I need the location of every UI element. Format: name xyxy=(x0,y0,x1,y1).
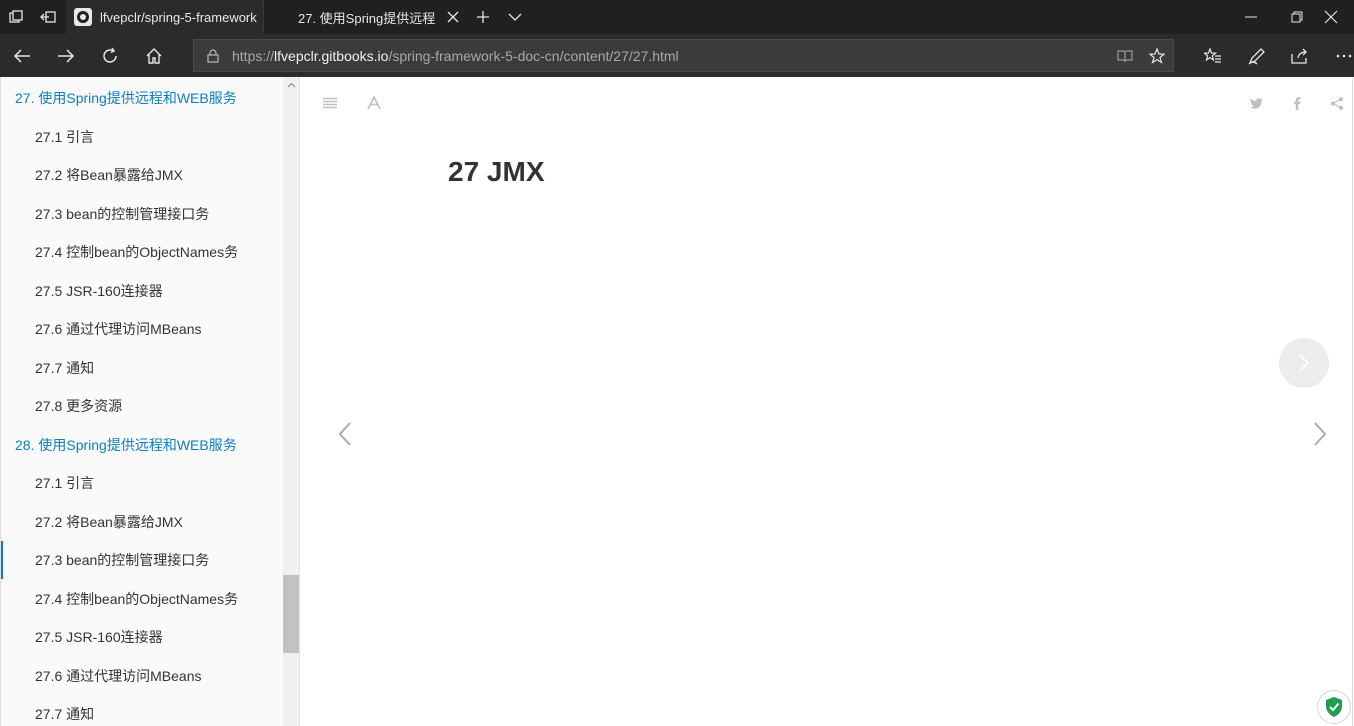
tab-actions-icon[interactable] xyxy=(0,0,32,34)
sidebar-item-label: 27.6 通过代理访问MBeans xyxy=(35,668,202,684)
sidebar-item[interactable]: 27.4 控制bean的ObjectNames务 xyxy=(1,233,283,271)
sidebar-item-label: 27.8 更多资源 xyxy=(35,398,123,414)
favorite-star-icon[interactable] xyxy=(1141,40,1173,71)
next-page-arrow-icon[interactable] xyxy=(1305,414,1335,454)
sidebar-item[interactable]: 27.2 将Bean暴露给JMX xyxy=(1,156,283,194)
font-settings-icon[interactable] xyxy=(362,91,386,115)
sidebar-item-label: 27.4 控制bean的ObjectNames务 xyxy=(35,591,239,607)
chevron-right-icon xyxy=(1299,354,1310,372)
new-tab-icon[interactable] xyxy=(467,0,499,34)
scrollbar-thumb[interactable] xyxy=(283,575,299,653)
twitter-icon[interactable] xyxy=(1244,91,1268,115)
sidebar-item-label: 27.2 将Bean暴露给JMX xyxy=(35,514,183,530)
tab-github[interactable]: lfvepclr/spring-5-framework xyxy=(66,0,264,34)
close-window-icon[interactable] xyxy=(1308,0,1354,34)
back-icon[interactable] xyxy=(0,34,44,77)
more-menu-icon[interactable] xyxy=(1322,34,1354,77)
web-note-pen-icon[interactable] xyxy=(1235,34,1279,77)
tab-preview-chevron-icon[interactable] xyxy=(499,0,531,34)
previous-page-arrow-icon[interactable] xyxy=(330,414,360,454)
set-tabs-aside-icon[interactable] xyxy=(32,0,64,34)
next-page-circle-button[interactable] xyxy=(1279,338,1329,388)
menu-icon[interactable] xyxy=(318,91,342,115)
security-shield-icon[interactable] xyxy=(1317,690,1351,724)
sidebar-item-label: 27.2 将Bean暴露给JMX xyxy=(35,167,183,183)
url-scheme: https:// xyxy=(232,47,275,64)
sidebar-item[interactable]: 27.1 引言 xyxy=(1,464,283,502)
sidebar-item-label: 27. 使用Spring提供远程和WEB服务 xyxy=(15,90,237,106)
page-content: 27 JMX xyxy=(300,77,1353,726)
url-text[interactable]: https://lfvepclr.gitbooks.io/spring-fram… xyxy=(232,48,1109,64)
tab-title: 27. 使用Spring提供远程 xyxy=(298,10,436,26)
lock-icon[interactable] xyxy=(194,48,232,63)
sidebar-item[interactable]: 27.6 通过代理访问MBeans xyxy=(1,657,283,695)
sidebar-item[interactable]: 27.2 将Bean暴露给JMX xyxy=(1,503,283,541)
sidebar-item-label: 27.6 通过代理访问MBeans xyxy=(35,321,202,337)
sidebar-item[interactable]: 27.4 控制bean的ObjectNames务 xyxy=(1,580,283,618)
sidebar-item-label: 27.4 控制bean的ObjectNames务 xyxy=(35,244,239,260)
url-path: /spring-framework-5-doc-cn/content/27/27… xyxy=(388,47,679,64)
sidebar-item-current[interactable]: 27.3 bean的控制管理接口务 xyxy=(1,541,283,579)
address-bar[interactable]: https://lfvepclr.gitbooks.io/spring-fram… xyxy=(193,39,1174,72)
page-title: 27 JMX xyxy=(448,156,545,187)
sidebar-item[interactable]: 27.8 更多资源 xyxy=(1,387,283,425)
sidebar-item-label: 27.3 bean的控制管理接口务 xyxy=(35,552,210,568)
share-icon[interactable] xyxy=(1325,91,1349,115)
sidebar-chapter-28[interactable]: 28. 使用Spring提供远程和WEB服务 xyxy=(1,426,283,464)
navigation-bar: https://lfvepclr.gitbooks.io/spring-fram… xyxy=(0,34,1354,77)
home-icon[interactable] xyxy=(132,34,176,77)
favorites-hub-icon[interactable] xyxy=(1191,34,1235,77)
reading-view-icon[interactable] xyxy=(1109,40,1141,71)
sidebar-item[interactable]: 27.5 JSR-160连接器 xyxy=(1,272,283,310)
title-bar: lfvepclr/spring-5-framework 27. 使用Spring… xyxy=(0,0,1354,34)
sidebar-item[interactable]: 27.5 JSR-160连接器 xyxy=(1,618,283,656)
sidebar-item[interactable]: 27.7 通知 xyxy=(1,695,283,726)
sidebar-item-label: 27.7 通知 xyxy=(35,706,95,722)
url-host: lfvepclr.gitbooks.io xyxy=(274,47,389,64)
forward-icon[interactable] xyxy=(44,34,88,77)
sidebar-item-label: 28. 使用Spring提供远程和WEB服务 xyxy=(15,437,237,453)
sidebar-item-label: 27.7 通知 xyxy=(35,360,95,376)
sidebar-item[interactable]: 27.3 bean的控制管理接口务 xyxy=(1,195,283,233)
book-summary-sidebar: 27. 使用Spring提供远程和WEB服务 27.1 引言 27.2 将Bea… xyxy=(0,77,283,726)
sidebar-item-label: 27.1 引言 xyxy=(35,475,95,491)
tab-current[interactable]: 27. 使用Spring提供远程 xyxy=(264,0,466,34)
facebook-icon[interactable] xyxy=(1285,91,1309,115)
github-icon xyxy=(74,8,92,26)
sidebar-chapter-27[interactable]: 27. 使用Spring提供远程和WEB服务 xyxy=(1,79,283,117)
sidebar-item[interactable]: 27.7 通知 xyxy=(1,349,283,387)
sidebar-scrollbar[interactable] xyxy=(283,77,300,726)
sidebar-item[interactable]: 27.6 通过代理访问MBeans xyxy=(1,310,283,348)
sidebar-item[interactable]: 27.1 引言 xyxy=(1,118,283,156)
tab-close-icon[interactable] xyxy=(440,0,466,34)
sidebar-item-label: 27.1 引言 xyxy=(35,129,95,145)
share-page-icon[interactable] xyxy=(1278,34,1322,77)
sidebar-item-label: 27.5 JSR-160连接器 xyxy=(35,629,163,645)
tab-title: lfvepclr/spring-5-framework xyxy=(100,9,257,25)
scroll-up-arrow-icon[interactable] xyxy=(283,77,299,93)
sidebar-item-label: 27.5 JSR-160连接器 xyxy=(35,283,163,299)
sidebar-item-label: 27.3 bean的控制管理接口务 xyxy=(35,206,210,222)
minimize-icon[interactable] xyxy=(1228,0,1274,34)
refresh-icon[interactable] xyxy=(88,34,132,77)
